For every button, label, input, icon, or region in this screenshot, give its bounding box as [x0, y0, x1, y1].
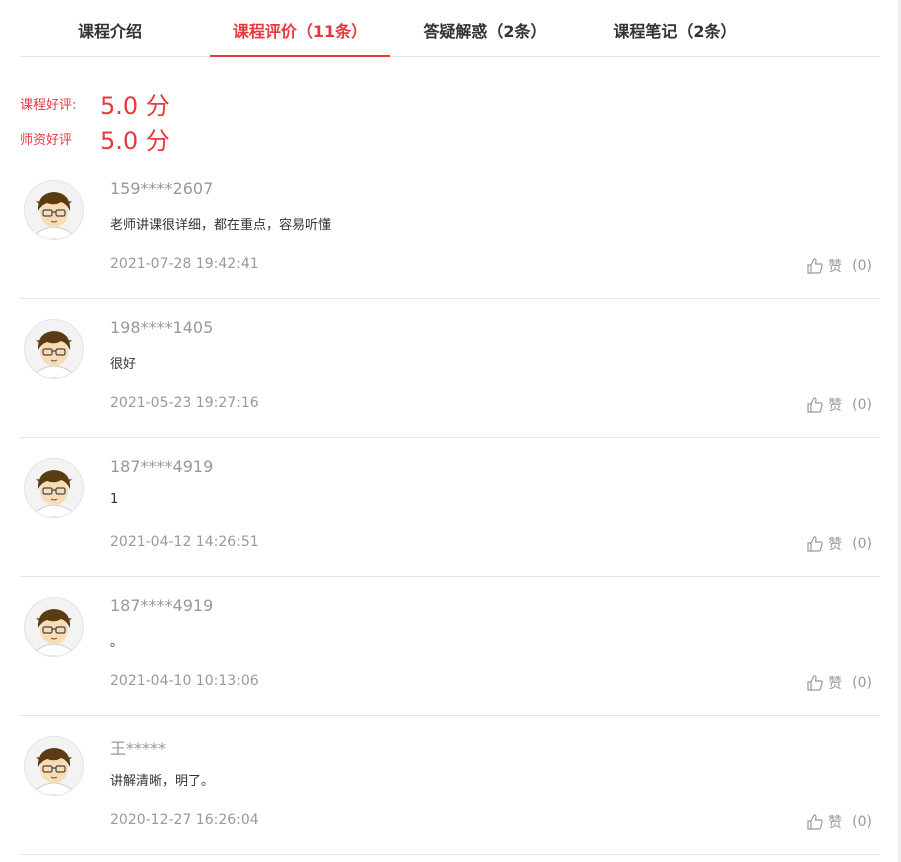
avatar-icon: [24, 458, 84, 518]
tab-bar: 课程介绍 课程评价（11条） 答疑解惑（2条） 课程笔记（2条）: [20, 0, 880, 57]
like-count: (0): [852, 258, 872, 274]
avatar-icon: [24, 597, 84, 657]
tab-course-notes[interactable]: 课程笔记（2条）: [585, 0, 765, 56]
review-date: 2021-04-12 14:26:51: [110, 534, 259, 550]
like-label: 赞: [828, 815, 843, 831]
like-button[interactable]: 赞 (0): [806, 812, 872, 832]
like-button[interactable]: 赞 (0): [806, 395, 872, 415]
avatar-icon: [24, 319, 84, 379]
review-date: 2020-12-27 16:26:04: [110, 812, 259, 828]
review-content: 讲解清晰，明了。: [110, 774, 215, 789]
like-label: 赞: [828, 676, 843, 692]
like-label: 赞: [828, 398, 843, 414]
tab-course-intro[interactable]: 课程介绍: [20, 0, 200, 56]
review-item: 187****4919 1 2021-04-12 14:26:51 赞 (0): [20, 438, 880, 577]
review-content: 老师讲课很详细，都在重点，容易听懂: [110, 218, 332, 233]
thumbs-up-icon: [806, 813, 824, 831]
review-username: 198****1405: [110, 318, 214, 337]
teacher-rating-value: 5.0 分: [100, 127, 170, 155]
thumbs-up-icon: [806, 674, 824, 692]
teacher-rating-label: 师资好评: [20, 133, 73, 148]
review-date: 2021-04-10 10:13:06: [110, 673, 259, 689]
review-item: 王***** 讲解清晰，明了。 2020-12-27 16:26:04 赞 (0…: [20, 716, 880, 855]
review-content: 。: [110, 635, 124, 650]
like-label: 赞: [828, 537, 843, 553]
tab-qa[interactable]: 答疑解惑（2条）: [395, 0, 575, 56]
review-content: 1: [110, 492, 119, 507]
thumbs-up-icon: [806, 257, 824, 275]
review-username: 王*****: [110, 739, 167, 758]
review-username: 187****4919: [110, 457, 214, 476]
tab-course-reviews[interactable]: 课程评价（11条）: [210, 0, 390, 57]
like-count: (0): [852, 814, 872, 830]
like-count: (0): [852, 397, 872, 413]
like-count: (0): [852, 675, 872, 691]
thumbs-up-icon: [806, 535, 824, 553]
like-count: (0): [852, 536, 872, 552]
like-label: 赞: [828, 259, 843, 275]
avatar-icon: [24, 736, 84, 796]
review-item: 198****1405 很好 2021-05-23 19:27:16 赞 (0): [20, 299, 880, 438]
course-rating-label: 课程好评:: [20, 98, 77, 113]
review-date: 2021-05-23 19:27:16: [110, 395, 259, 411]
like-button[interactable]: 赞 (0): [806, 673, 872, 693]
review-item: 159****2607 老师讲课很详细，都在重点，容易听懂 2021-07-28…: [20, 160, 880, 299]
like-button[interactable]: 赞 (0): [806, 534, 872, 554]
course-rating-value: 5.0 分: [100, 92, 170, 120]
like-button[interactable]: 赞 (0): [806, 256, 872, 276]
review-content: 很好: [110, 357, 137, 372]
thumbs-up-icon: [806, 396, 824, 414]
review-item: 187****4919 。 2021-04-10 10:13:06 赞 (0): [20, 577, 880, 716]
review-date: 2021-07-28 19:42:41: [110, 256, 259, 272]
review-username: 187****4919: [110, 596, 214, 615]
review-username: 159****2607: [110, 179, 214, 198]
avatar-icon: [24, 180, 84, 240]
